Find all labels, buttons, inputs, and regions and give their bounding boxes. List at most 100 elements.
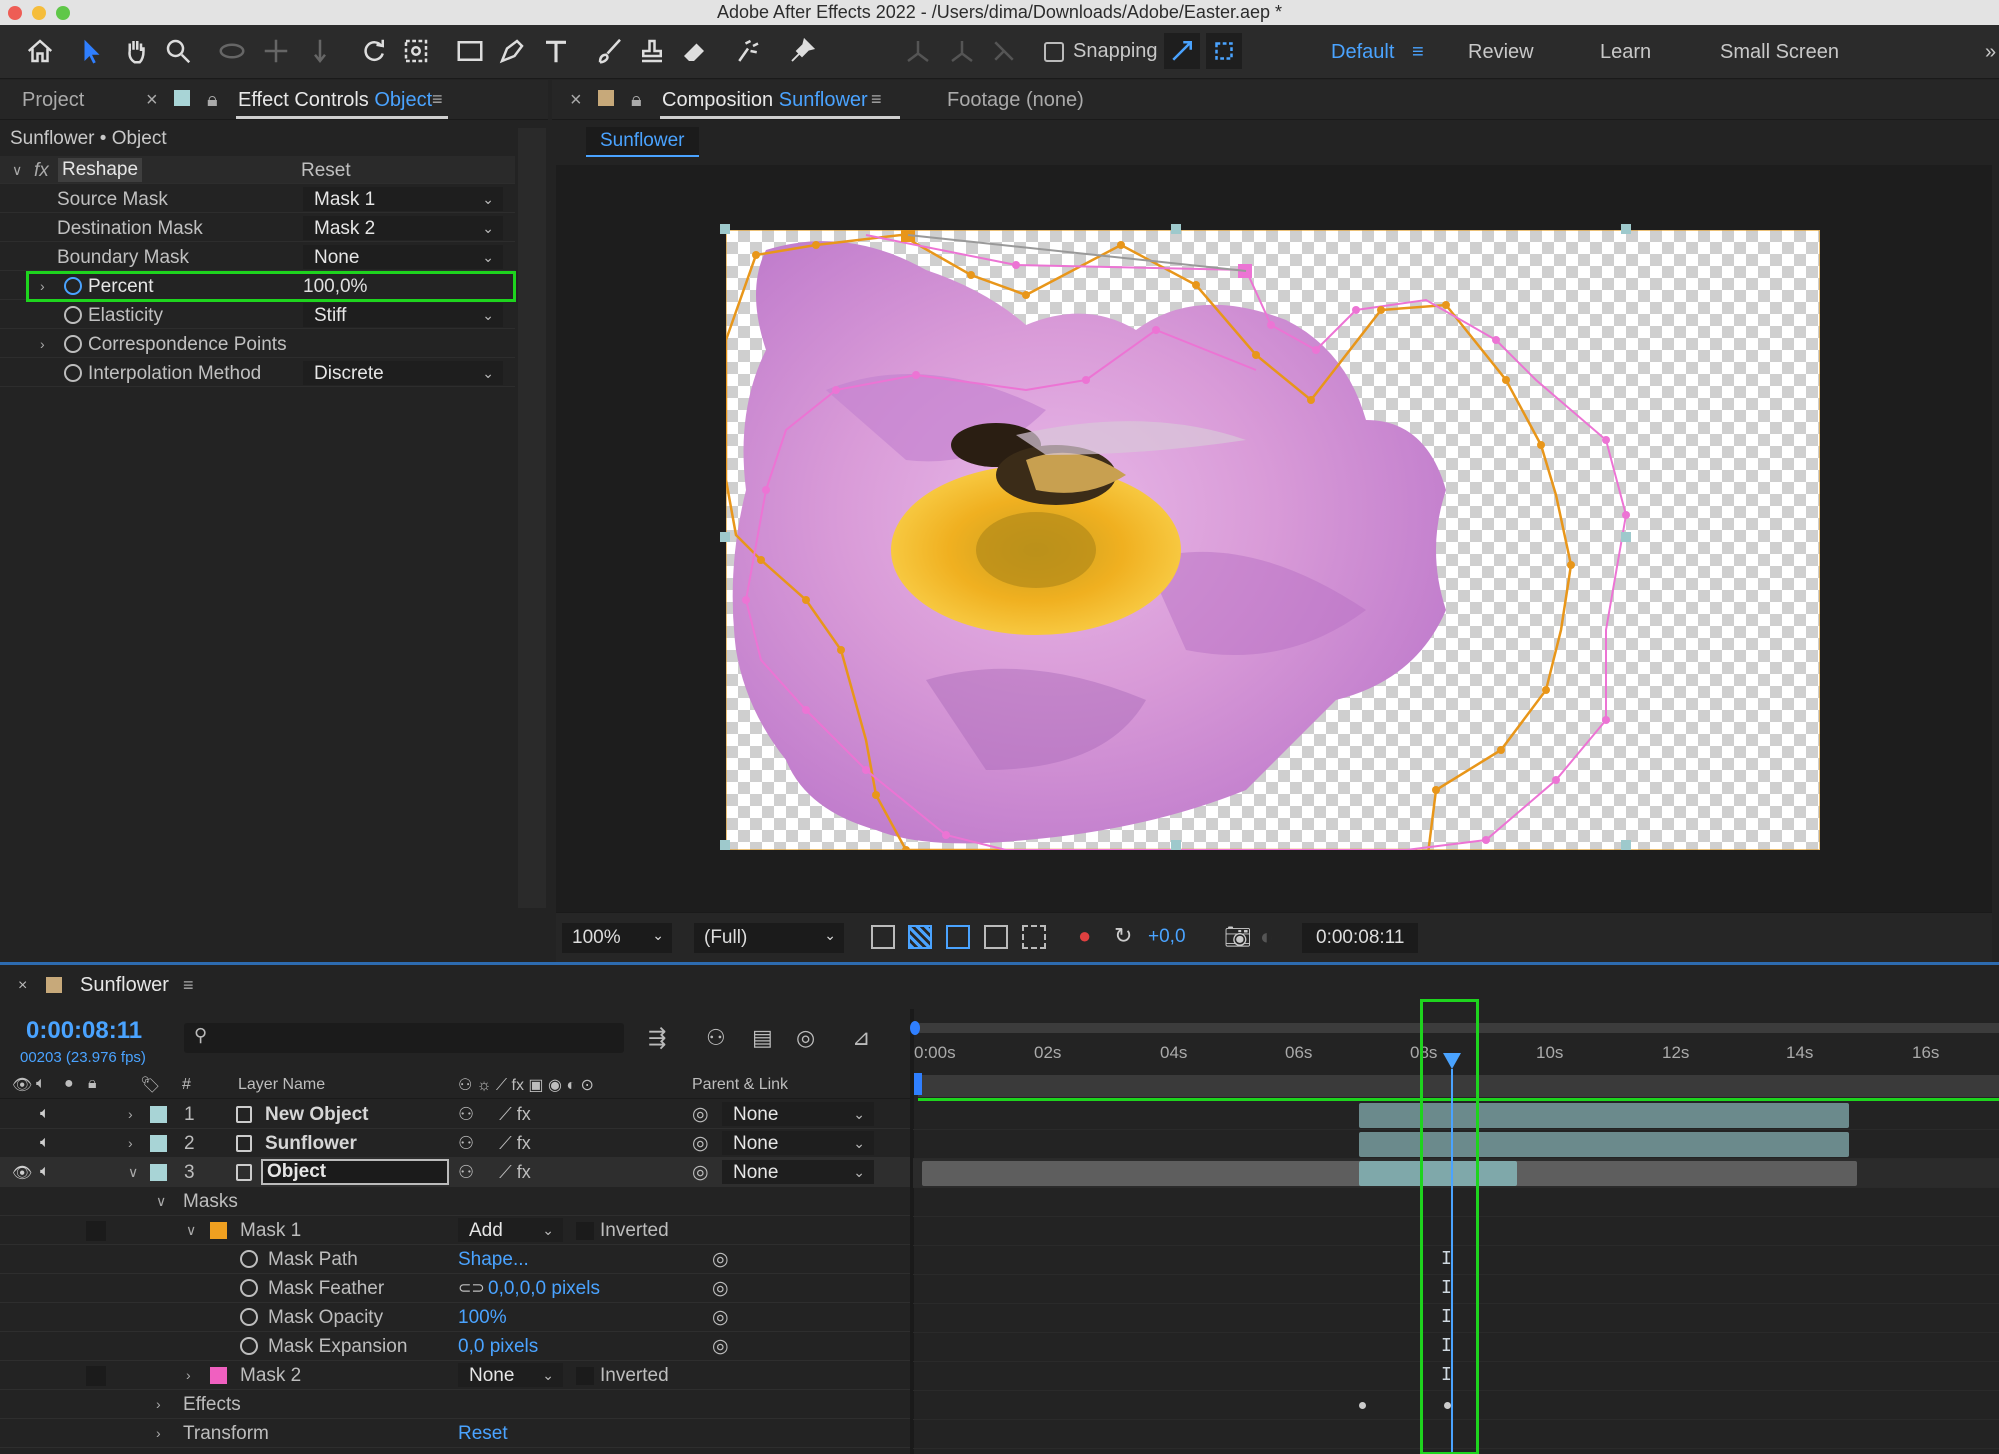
eraser-tool-icon[interactable] — [676, 33, 712, 69]
axis-world-icon[interactable] — [944, 33, 980, 69]
inverted-checkbox[interactable] — [576, 1367, 594, 1385]
viewer-timecode[interactable]: 0:00:08:11 — [1302, 923, 1419, 953]
graph-editor-icon[interactable]: ⊿ — [852, 1025, 870, 1051]
layer-row-2[interactable]: 🔈︎ › 2 Sunflower ⚇ ⟋ fx ◎ None ⌄ — [0, 1129, 910, 1158]
shy-layers-icon[interactable]: ⚇ — [706, 1025, 726, 1051]
home-icon[interactable] — [22, 33, 58, 69]
motion-blur-icon[interactable]: ◎ — [796, 1025, 815, 1051]
boundary-mask-dropdown[interactable]: None ⌄ — [303, 245, 503, 269]
effect-reset-button[interactable]: Reset — [301, 160, 351, 182]
mask-2-row[interactable]: › Mask 2 None ⌄ Inverted — [0, 1361, 910, 1390]
zoom-dropdown[interactable]: 100% ⌄ — [562, 923, 672, 953]
pick-whip-icon[interactable]: ◎ — [692, 1161, 709, 1184]
puppet-pin-tool-icon[interactable] — [784, 33, 820, 69]
reset-exposure-icon[interactable]: ↻ — [1114, 923, 1132, 949]
video-switch-icon[interactable]: 👁︎ — [12, 1075, 32, 1095]
bounding-handle[interactable] — [1621, 224, 1631, 234]
exposure-value[interactable]: +0,0 — [1148, 926, 1186, 948]
orbit-camera-icon[interactable] — [214, 33, 250, 69]
tab-composition[interactable]: Composition Sunflower — [662, 89, 868, 112]
in-point-marker[interactable] — [914, 1073, 922, 1095]
mask-color-swatch[interactable] — [210, 1367, 227, 1384]
close-window-button[interactable] — [8, 6, 22, 20]
pick-whip-icon[interactable]: ◎ — [692, 1132, 709, 1155]
more-workspaces-icon[interactable]: » — [1985, 41, 1996, 64]
interpolation-method-dropdown[interactable]: Discrete ⌄ — [303, 361, 503, 385]
bounding-handle[interactable] — [1171, 840, 1181, 850]
inverted-checkbox[interactable] — [576, 1222, 594, 1240]
mask-lock-box[interactable] — [86, 1221, 106, 1241]
selection-tool-icon[interactable] — [74, 33, 110, 69]
collapse-chevron-icon[interactable]: ∨ — [128, 1164, 138, 1181]
grid-guides-icon[interactable] — [1022, 925, 1046, 949]
collapse-chevron-icon[interactable]: ∨ — [156, 1193, 166, 1210]
workspace-menu-icon[interactable]: ≡ — [1412, 41, 1424, 64]
pick-whip-icon[interactable]: ◎ — [712, 1306, 729, 1329]
collapse-chevron-icon[interactable]: ∨ — [186, 1222, 196, 1239]
dolly-camera-icon[interactable] — [302, 33, 338, 69]
audio-switch-icon[interactable]: 🔈︎ — [36, 1075, 46, 1093]
mask-color-swatch[interactable] — [210, 1222, 227, 1239]
axis-view-icon[interactable] — [986, 33, 1022, 69]
mask-1-row[interactable]: ∨ Mask 1 Add ⌄ Inverted — [0, 1216, 910, 1245]
expand-chevron-icon[interactable]: › — [40, 336, 45, 352]
bounding-handle[interactable] — [1621, 532, 1631, 542]
solo-switch-icon[interactable]: ● — [64, 1075, 74, 1093]
show-snapshot-icon[interactable]: ◐ — [1260, 924, 1273, 950]
rotation-tool-icon[interactable] — [356, 33, 392, 69]
layer-search-input[interactable]: ⚲ — [184, 1023, 624, 1053]
mask-mode-dropdown[interactable]: None ⌄ — [458, 1363, 563, 1387]
layer-switch-icons[interactable]: ⚇ ⟋ fx — [458, 1133, 531, 1154]
rectangle-tool-icon[interactable] — [452, 33, 488, 69]
tab-footage[interactable]: Footage (none) — [947, 89, 1084, 112]
panel-menu-icon[interactable]: ≡ — [871, 89, 882, 110]
expand-chevron-icon[interactable]: › — [156, 1396, 161, 1412]
stopwatch-icon[interactable] — [240, 1308, 258, 1326]
comp-flowchart-icon[interactable]: ⇶ — [648, 1025, 666, 1051]
layer-label-color[interactable] — [150, 1135, 167, 1152]
current-time-display[interactable]: 0:00:08:11 — [26, 1017, 142, 1045]
bounding-handle[interactable] — [720, 532, 730, 542]
zoom-tool-icon[interactable] — [160, 33, 196, 69]
hand-tool-icon[interactable] — [118, 33, 154, 69]
layer-switch-icons[interactable]: ⚇ ⟋ fx — [458, 1162, 531, 1183]
tab-project[interactable]: Project — [22, 89, 84, 112]
tab-effect-controls[interactable]: Effect Controls Object — [238, 89, 432, 112]
mask-name[interactable]: Mask 2 — [240, 1365, 301, 1387]
stopwatch-icon[interactable] — [64, 364, 82, 382]
zoom-window-button[interactable] — [56, 6, 70, 20]
layer-row-3[interactable]: 👁︎ 🔈︎ ∨ 3 Object ⚇ ⟋ fx ◎ None ⌄ — [0, 1158, 910, 1187]
effect-reshape-row[interactable]: ∨ fx Reshape Reset — [0, 156, 515, 184]
workspace-default[interactable]: Default — [1331, 41, 1394, 64]
snap-features-icon[interactable] — [1206, 33, 1242, 69]
effect-name[interactable]: Reshape — [58, 158, 143, 182]
parent-dropdown[interactable]: None ⌄ — [722, 1160, 874, 1184]
workspace-small-screen[interactable]: Small Screen — [1720, 41, 1839, 64]
column-layer-name[interactable]: Layer Name — [238, 1076, 325, 1094]
stopwatch-icon[interactable] — [240, 1250, 258, 1268]
fx-icon[interactable]: fx — [34, 160, 49, 182]
parent-dropdown[interactable]: None ⌄ — [722, 1131, 874, 1155]
snapshot-camera-icon[interactable]: 📷︎ — [1224, 924, 1252, 950]
lock-icon[interactable]: 🔒︎ — [207, 89, 218, 112]
layer-name[interactable]: New Object — [265, 1104, 368, 1126]
workspace-learn[interactable]: Learn — [1600, 41, 1651, 64]
transparency-grid-icon[interactable] — [908, 925, 932, 949]
comp-canvas[interactable] — [726, 230, 1820, 850]
comp-breadcrumb[interactable]: Sunflower — [586, 127, 699, 157]
stopwatch-icon[interactable] — [240, 1279, 258, 1297]
audio-icon[interactable]: 🔈︎ — [40, 1163, 50, 1181]
mask-name[interactable]: Mask 1 — [240, 1220, 301, 1242]
layer-name-edit[interactable]: Object — [261, 1159, 449, 1185]
bounding-handle[interactable] — [720, 224, 730, 234]
lock-icon[interactable]: 🔒︎ — [631, 89, 642, 112]
mask-feather-value[interactable]: 0,0,0,0 pixels — [488, 1278, 600, 1300]
source-mask-dropdown[interactable]: Mask 1 ⌄ — [303, 187, 503, 211]
masks-group-row[interactable]: ∨ Masks — [0, 1187, 910, 1216]
pick-whip-icon[interactable]: ◎ — [692, 1103, 709, 1126]
expand-chevron-icon[interactable]: › — [40, 278, 45, 294]
resolution-dropdown[interactable]: (Full) ⌄ — [694, 923, 844, 953]
expand-chevron-icon[interactable]: › — [156, 1425, 161, 1441]
panel-menu-icon[interactable]: ≡ — [183, 975, 194, 996]
mask-visibility-icon[interactable] — [946, 925, 970, 949]
